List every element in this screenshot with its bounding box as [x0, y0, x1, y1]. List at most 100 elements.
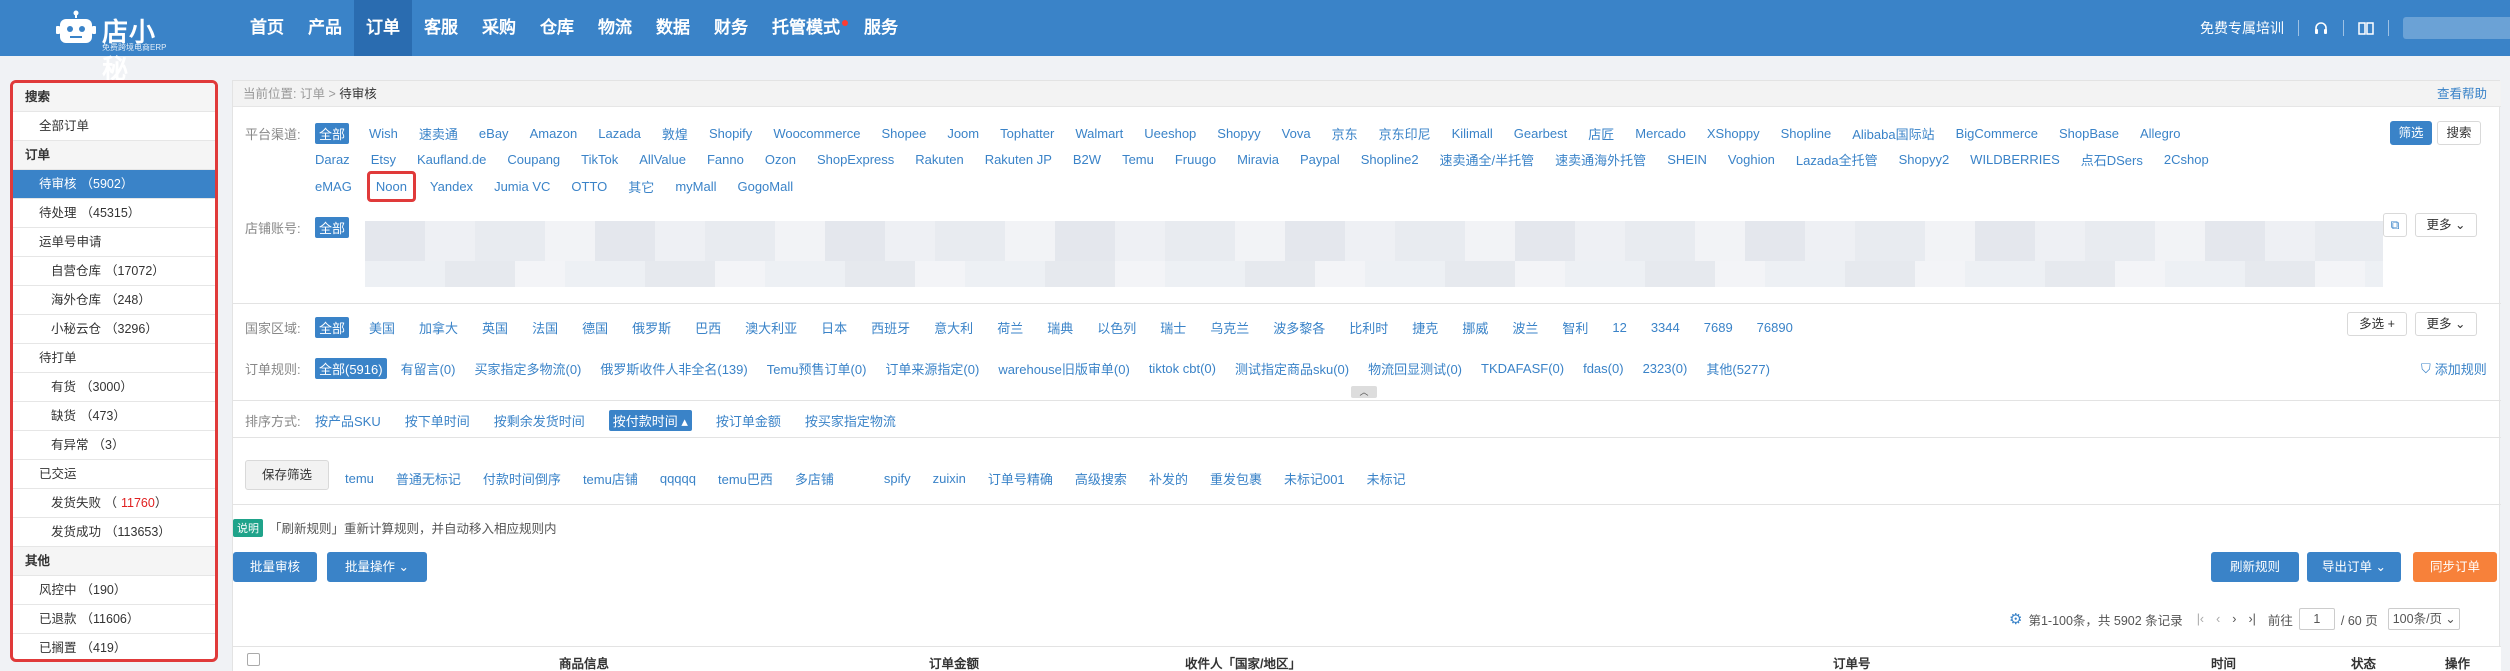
country-option[interactable]: 加拿大 — [419, 318, 458, 337]
platform-option-bigcommerce[interactable]: BigCommerce — [1956, 126, 2038, 141]
user-account-menu[interactable] — [2403, 17, 2510, 39]
help-link[interactable]: 查看帮助 — [2437, 81, 2487, 107]
platform-option-joom[interactable]: Joom — [947, 126, 979, 141]
sort-option[interactable]: 按下单时间 — [405, 411, 470, 430]
platform-option-shopyy2[interactable]: Shopyy2 — [1899, 152, 1950, 167]
platform-option-shopee[interactable]: Shopee — [882, 126, 927, 141]
nav-item[interactable]: 仓库 — [528, 0, 586, 56]
platform-option-shopbase[interactable]: ShopBase — [2059, 126, 2119, 141]
country-option[interactable]: 澳大利亚 — [745, 318, 797, 337]
platform-option-gearbest[interactable]: Gearbest — [1514, 126, 1567, 141]
save-filter-button[interactable]: 保存筛选 — [245, 460, 329, 490]
platform-option-shopline[interactable]: Shopline — [1781, 126, 1832, 141]
first-page-icon[interactable]: |‹ — [2197, 612, 2204, 626]
order-rule-option[interactable]: Temu预售订单(0) — [767, 359, 867, 378]
export-orders-button[interactable]: 导出订单 ⌄ — [2307, 552, 2401, 582]
sort-option[interactable]: 按剩余发货时间 — [494, 411, 585, 430]
sidebar-item[interactable]: 已交运 — [13, 460, 215, 489]
sidebar-item[interactable]: 运单号申请 — [13, 228, 215, 257]
platform-option-etsy[interactable]: Etsy — [371, 152, 396, 167]
platform-option-gogomall[interactable]: GogoMall — [737, 179, 793, 194]
search-button[interactable]: 搜索 — [2437, 121, 2481, 145]
sidebar-item[interactable]: 发货失败 （11760） — [13, 489, 215, 518]
order-rule-option[interactable]: 测试指定商品sku(0) — [1235, 359, 1349, 378]
platform-option-shopify[interactable]: Shopify — [709, 126, 752, 141]
sort-option[interactable]: 按付款时间 ▴ — [608, 410, 692, 431]
sidebar-item[interactable]: 全部订单 — [13, 112, 215, 141]
country-option[interactable]: 波多黎各 — [1273, 318, 1325, 337]
country-option[interactable]: 瑞士 — [1160, 318, 1186, 337]
sidebar-item[interactable]: 待审核 （5902） — [13, 170, 215, 199]
page-number-input[interactable]: 1 — [2298, 608, 2335, 630]
saved-filter-option[interactable]: 未标记 — [1367, 469, 1406, 488]
nav-item[interactable]: 服务 — [852, 0, 910, 56]
country-option[interactable]: 智利 — [1562, 318, 1588, 337]
country-option[interactable]: 挪威 — [1462, 318, 1488, 337]
platform-option-ozon[interactable]: Ozon — [765, 152, 796, 167]
country-option[interactable]: 西班牙 — [871, 318, 910, 337]
prev-page-icon[interactable]: ‹ — [2216, 612, 2220, 626]
country-option[interactable]: 7689 — [1704, 320, 1733, 335]
nav-item[interactable]: 采购 — [470, 0, 528, 56]
platform-option-item[interactable]: 京东 — [1332, 124, 1358, 143]
country-option[interactable]: 荷兰 — [997, 318, 1023, 337]
sort-option[interactable]: 按产品SKU — [315, 411, 381, 430]
platform-option-fanno[interactable]: Fanno — [707, 152, 744, 167]
collapse-toggle-icon[interactable]: ︿ — [1351, 386, 1377, 398]
shop-account-list-more[interactable] — [365, 261, 2383, 287]
platform-option-yandex[interactable]: Yandex — [430, 179, 473, 194]
platform-option-woocommerce[interactable]: Woocommerce — [773, 126, 860, 141]
multi-select-button[interactable]: 多选 + — [2347, 312, 2407, 336]
country-option[interactable]: 意大利 — [934, 318, 973, 337]
platform-option-2cshop[interactable]: 2Cshop — [2164, 152, 2209, 167]
platform-option-kilimall[interactable]: Kilimall — [1452, 126, 1493, 141]
platform-option-ebay[interactable]: eBay — [479, 126, 509, 141]
platform-option-lazada[interactable]: Lazada全托管 — [1796, 150, 1878, 169]
platform-option-miravia[interactable]: Miravia — [1237, 152, 1279, 167]
platform-option-shopyy[interactable]: Shopyy — [1217, 126, 1260, 141]
country-option[interactable]: 12 — [1612, 320, 1626, 335]
order-rule-option[interactable]: TKDAFASF(0) — [1481, 361, 1564, 376]
sidebar-item[interactable]: 风控中 （190） — [13, 576, 215, 605]
breadcrumb-parent[interactable]: 订单 — [300, 87, 325, 101]
order-rule-option[interactable]: 买家指定多物流(0) — [474, 359, 581, 378]
nav-item[interactable]: 财务 — [702, 0, 760, 56]
sidebar-item[interactable]: 有异常 （3） — [13, 431, 215, 460]
refresh-rules-button[interactable]: 刷新规则 — [2211, 552, 2299, 582]
platform-option-rakuten[interactable]: Rakuten — [915, 152, 963, 167]
order-rule-option[interactable]: 全部(5916) — [315, 358, 387, 379]
platform-option-lazada[interactable]: Lazada — [598, 126, 641, 141]
saved-filter-option[interactable]: 高级搜索 — [1075, 469, 1127, 488]
platform-option-mercado[interactable]: Mercado — [1635, 126, 1686, 141]
country-option[interactable]: 76890 — [1757, 320, 1793, 335]
platform-option-noon[interactable]: Noon — [366, 171, 416, 202]
platform-option-emag[interactable]: eMAG — [315, 179, 352, 194]
copy-icon[interactable]: ⧉ — [2383, 213, 2407, 237]
country-option[interactable]: 巴西 — [695, 318, 721, 337]
nav-item[interactable]: 产品 — [296, 0, 354, 56]
country-option[interactable]: 英国 — [482, 318, 508, 337]
saved-filter-option[interactable]: 付款时间倒序 — [483, 469, 561, 488]
saved-filter-option[interactable]: temu巴西 — [718, 469, 773, 488]
country-option[interactable]: 瑞典 — [1047, 318, 1073, 337]
platform-option-tiktok[interactable]: TikTok — [581, 152, 618, 167]
country-option[interactable]: 俄罗斯 — [632, 318, 671, 337]
sidebar-item[interactable]: 有货 （3000） — [13, 373, 215, 402]
sidebar-item[interactable]: 海外仓库 （248） — [13, 286, 215, 315]
last-page-icon[interactable]: ›| — [2248, 612, 2255, 626]
platform-option-paypal[interactable]: Paypal — [1300, 152, 1340, 167]
nav-item[interactable]: 客服 — [412, 0, 470, 56]
nav-item[interactable]: 托管模式 — [760, 0, 852, 56]
saved-filter-option[interactable]: 多店铺 — [795, 469, 834, 488]
platform-option-jumia-vc[interactable]: Jumia VC — [494, 179, 550, 194]
saved-filter-option[interactable]: 补发的 — [1149, 469, 1188, 488]
platform-option-coupang[interactable]: Coupang — [507, 152, 560, 167]
platform-option-item[interactable]: 敦煌 — [662, 124, 688, 143]
nav-item[interactable]: 物流 — [586, 0, 644, 56]
logo[interactable]: 店小秘 免费跨境电商ERP — [52, 6, 182, 84]
shop-account-list[interactable] — [365, 221, 2383, 265]
saved-filter-option[interactable]: 未标记001 — [1284, 469, 1345, 488]
platform-option-walmart[interactable]: Walmart — [1075, 126, 1123, 141]
saved-filter-option[interactable]: zuixin — [933, 471, 966, 486]
platform-option-vova[interactable]: Vova — [1282, 126, 1311, 141]
